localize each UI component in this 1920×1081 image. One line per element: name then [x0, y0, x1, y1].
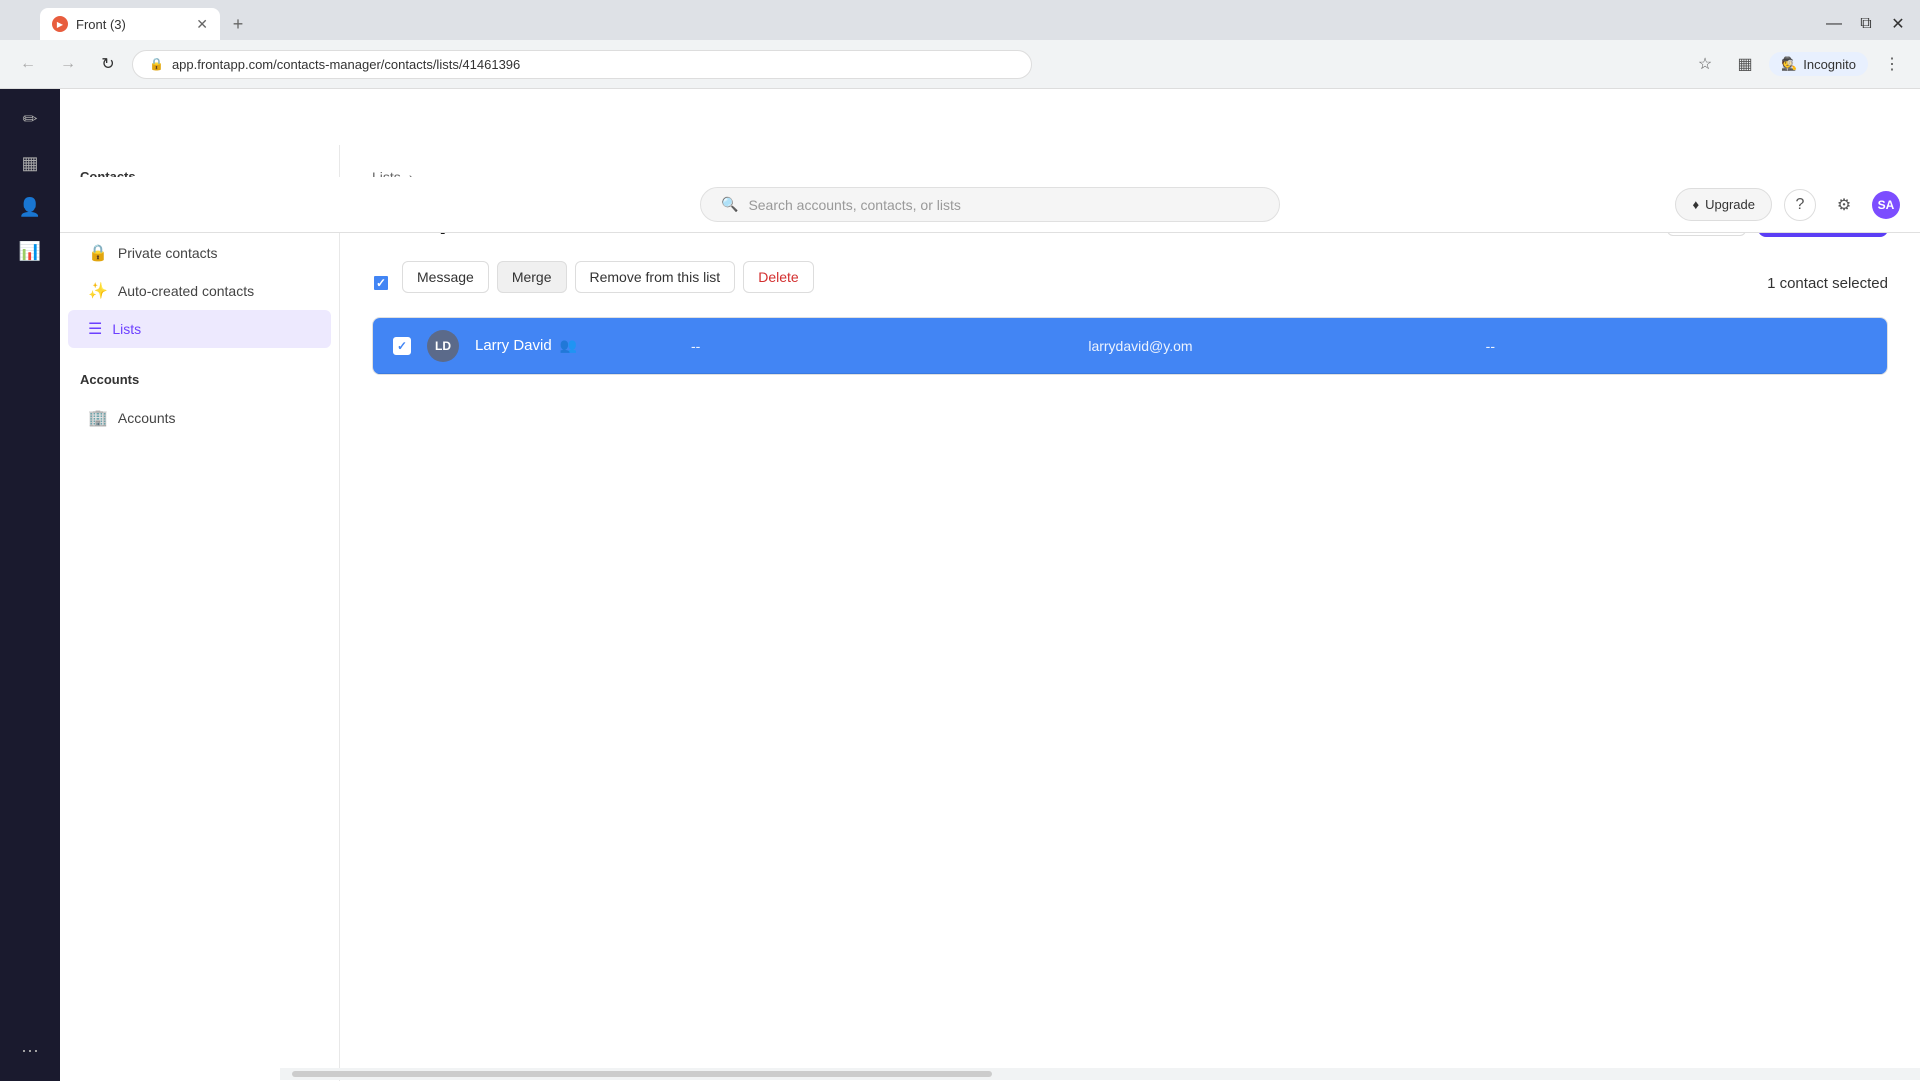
avatar[interactable]: SA — [1872, 191, 1900, 219]
sidebar-item-private-contacts[interactable]: 🔒 Private contacts — [68, 234, 331, 272]
contact-email: larrydavid@y.om — [1088, 338, 1469, 354]
bookmark-icon[interactable]: ☆ — [1689, 48, 1721, 80]
sidebar: Contacts 👥 Shared contacts 🔒 Private con… — [60, 145, 340, 1081]
address-bar[interactable]: 🔒 app.frontapp.com/contacts-manager/cont… — [132, 50, 1032, 79]
selection-toolbar: Message Merge Remove from this list Dele… — [372, 261, 1888, 305]
sidebar-label-lists: Lists — [112, 321, 141, 337]
forward-button[interactable]: → — [52, 48, 84, 80]
sidebar-label-auto-created: Auto-created contacts — [118, 283, 254, 299]
back-button[interactable]: ← — [12, 48, 44, 80]
global-search-bar[interactable]: 🔍 Search accounts, contacts, or lists — [700, 187, 1280, 222]
lock-icon: 🔒 — [149, 57, 164, 71]
message-button[interactable]: Message — [402, 261, 489, 293]
upgrade-diamond-icon: ♦ — [1692, 197, 1699, 212]
reload-button[interactable]: ↻ — [92, 48, 124, 80]
minimize-button[interactable]: — — [1820, 10, 1848, 38]
delete-button[interactable]: Delete — [743, 261, 813, 293]
tab-title: Front (3) — [76, 17, 126, 32]
maximize-button[interactable]: ⧉ — [1852, 10, 1880, 38]
contact-shared-icon: 👥 — [560, 337, 577, 354]
master-checkbox[interactable] — [372, 274, 390, 292]
app-toolbar: ✏ ▦ 👤 📊 ⋯ — [0, 89, 60, 1081]
accounts-icon: 🏢 — [88, 408, 108, 428]
close-window-button[interactable]: ✕ — [1884, 10, 1912, 38]
analytics-icon[interactable]: 📊 — [12, 233, 48, 269]
calendar-icon[interactable]: ▦ — [12, 145, 48, 181]
contacts-nav-icon[interactable]: 👤 — [12, 189, 48, 225]
help-button[interactable]: ? — [1784, 189, 1816, 221]
url-text: app.frontapp.com/contacts-manager/contac… — [172, 57, 520, 72]
sidebar-item-accounts[interactable]: 🏢 Accounts — [68, 399, 331, 437]
auto-created-icon: ✨ — [88, 281, 108, 301]
sidebar-item-lists[interactable]: ☰ Lists — [68, 310, 331, 348]
browser-more-icon[interactable]: ⋮ — [1876, 48, 1908, 80]
incognito-indicator: 🕵 Incognito — [1769, 52, 1868, 76]
merge-button[interactable]: Merge — [497, 261, 567, 293]
horizontal-scrollbar[interactable] — [280, 1068, 1920, 1080]
compose-icon[interactable]: ✏ — [12, 101, 48, 137]
contact-checkbox[interactable] — [393, 337, 411, 355]
main-content: Lists › Group A 👥 (1 contact) Edit list … — [340, 145, 1920, 1081]
new-tab-button[interactable]: + — [224, 10, 252, 38]
selected-count-label: 1 contact selected — [1767, 275, 1888, 292]
sidebar-label-private-contacts: Private contacts — [118, 245, 218, 261]
contact-avatar: LD — [427, 330, 459, 362]
scrollbar-thumb[interactable] — [292, 1071, 992, 1077]
top-search-area: 🔍 Search accounts, contacts, or lists ♦ … — [60, 177, 1920, 233]
accounts-section-title: Accounts — [60, 364, 339, 395]
tab-close-button[interactable]: ✕ — [196, 16, 208, 33]
tab-favicon — [52, 16, 68, 32]
settings-button[interactable]: ⚙ — [1828, 189, 1860, 221]
remove-from-list-button[interactable]: Remove from this list — [575, 261, 736, 293]
private-contacts-icon: 🔒 — [88, 243, 108, 263]
upgrade-button[interactable]: ♦ Upgrade — [1675, 188, 1772, 221]
lists-icon: ☰ — [88, 319, 102, 339]
sidebar-label-accounts: Accounts — [118, 410, 176, 426]
contact-col4: -- — [1486, 338, 1867, 354]
contact-name-text: Larry David — [475, 337, 552, 354]
more-apps-icon[interactable]: ⋯ — [12, 1033, 48, 1069]
avatar-initials: LD — [435, 339, 451, 353]
contact-col2: -- — [691, 338, 1072, 354]
browser-tab[interactable]: Front (3) ✕ — [40, 8, 220, 40]
browser-sidebar-icon[interactable]: ▦ — [1729, 48, 1761, 80]
upgrade-label: Upgrade — [1705, 197, 1755, 212]
incognito-label: Incognito — [1803, 57, 1856, 72]
action-buttons: Message Merge Remove from this list Dele… — [402, 261, 814, 293]
search-icon: 🔍 — [721, 196, 738, 213]
table-row[interactable]: LD Larry David 👥 -- larrydavid@y.om -- — [373, 318, 1887, 374]
contact-list: LD Larry David 👥 -- larrydavid@y.om -- — [372, 317, 1888, 375]
sidebar-item-auto-created[interactable]: ✨ Auto-created contacts — [68, 272, 331, 310]
search-placeholder: Search accounts, contacts, or lists — [748, 197, 960, 213]
contact-name-cell: Larry David 👥 — [475, 337, 675, 354]
incognito-icon: 🕵 — [1781, 56, 1797, 72]
search-right-actions: ♦ Upgrade ? ⚙ SA — [1675, 188, 1900, 221]
